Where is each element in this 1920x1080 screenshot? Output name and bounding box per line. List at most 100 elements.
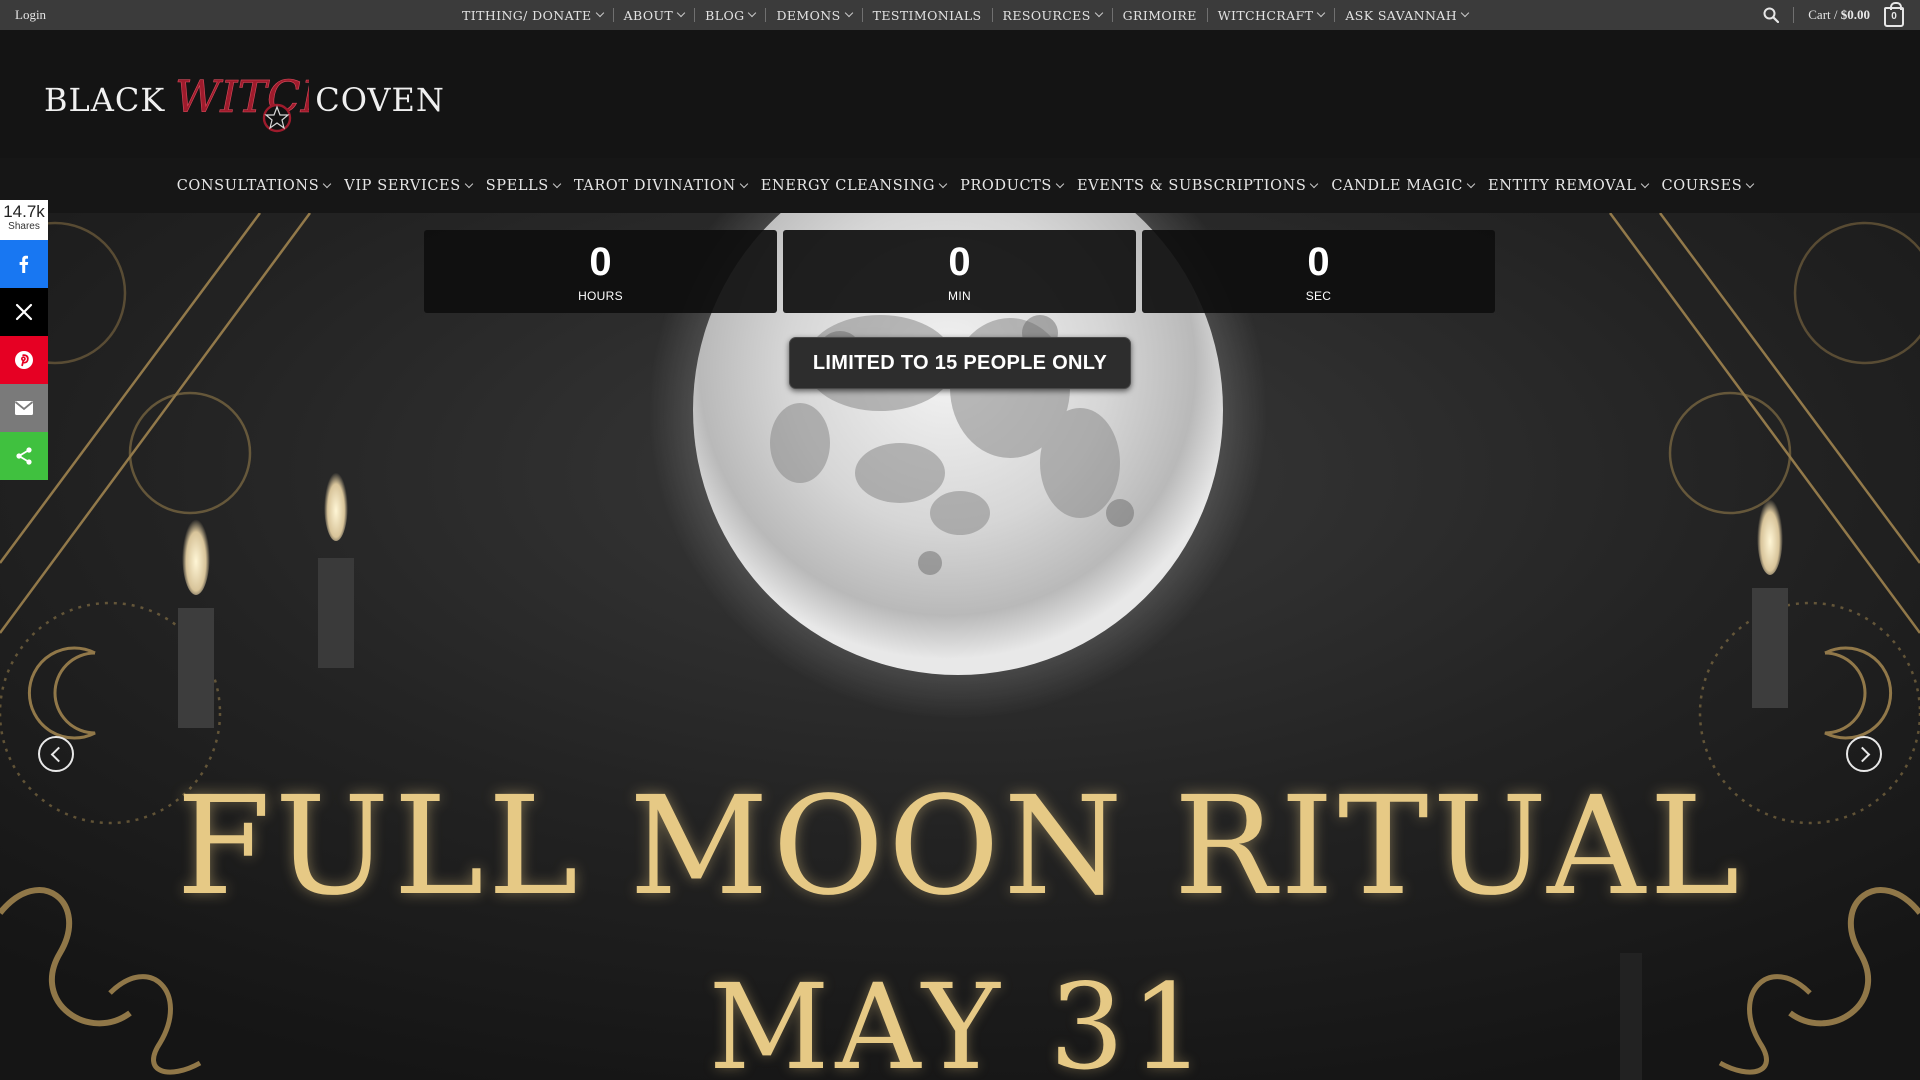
logo-word-left: BLACK	[44, 81, 166, 119]
topnav-label: GRIMOIRE	[1122, 7, 1197, 23]
chevron-down-icon	[1094, 8, 1103, 18]
nav-label: CONSULTATIONS	[176, 177, 320, 194]
divider	[694, 8, 696, 22]
share-count-label: Shares	[8, 221, 40, 232]
nav-label: ENERGY CLEANSING	[760, 177, 936, 194]
topnav-blog[interactable]: BLOG	[705, 0, 757, 30]
divider	[1206, 8, 1208, 22]
chevron-down-icon	[844, 8, 853, 18]
chevron-down-icon	[739, 179, 749, 188]
nav-label: EVENTS & SUBSCRIPTIONS	[1076, 177, 1307, 194]
share-counter: 14.7k Shares	[0, 200, 48, 240]
countdown-value: 0	[1307, 239, 1330, 284]
topnav-resources[interactable]: RESOURCES	[1002, 0, 1103, 30]
chevron-down-icon	[676, 8, 686, 18]
hero-title: FULL MOON RITUAL	[176, 768, 1744, 926]
divider	[1793, 7, 1795, 23]
chevron-down-icon	[938, 179, 948, 188]
share-email-button[interactable]	[0, 384, 48, 432]
countdown-label: HOURS	[578, 288, 623, 303]
topnav-label: ASK SAVANNAH	[1345, 7, 1458, 23]
cart-total: $0.00	[1840, 7, 1870, 22]
cart-link[interactable]: Cart / $0.00	[1808, 7, 1870, 23]
topnav-label: TITHING/ DONATE	[462, 7, 592, 23]
countdown-hours: 0 HOURS	[424, 230, 777, 313]
cart-label: Cart /	[1808, 7, 1841, 22]
share-sidebar: 14.7k Shares	[0, 200, 48, 480]
top-right-actions: Cart / $0.00 0	[1763, 0, 1904, 30]
nav-events-subscriptions[interactable]: EVENTS & SUBSCRIPTIONS	[1076, 177, 1319, 194]
cart-count-badge: 0	[1891, 11, 1897, 22]
nav-spells[interactable]: SPELLS	[485, 177, 562, 194]
topnav-label: ABOUT	[623, 7, 674, 23]
chevron-down-icon	[1317, 8, 1326, 18]
topnav-ask-savannah[interactable]: ASK SAVANNAH	[1345, 0, 1470, 30]
topnav-label: RESOURCES	[1002, 7, 1091, 23]
topnav-label: DEMONS	[776, 7, 841, 23]
chevron-down-icon	[1640, 179, 1649, 188]
share-facebook-button[interactable]	[0, 240, 48, 288]
divider	[612, 8, 614, 22]
countdown-value: 0	[948, 239, 971, 284]
nav-entity-removal[interactable]: ENTITY REMOVAL	[1488, 178, 1649, 194]
chevron-down-icon	[552, 179, 562, 188]
x-icon	[15, 303, 33, 321]
chevron-down-icon	[1310, 179, 1319, 188]
logo-script-mark: WITCH	[171, 60, 341, 140]
cart-bag-icon[interactable]: 0	[1884, 1, 1904, 27]
nav-tarot-divination[interactable]: TAROT DIVINATION	[573, 177, 749, 194]
chevron-down-icon	[1460, 8, 1470, 18]
nav-label: VIP SERVICES	[344, 177, 461, 194]
countdown-value: 0	[589, 239, 612, 284]
divider	[765, 8, 767, 22]
nav-label: CANDLE MAGIC	[1331, 177, 1464, 194]
divider	[991, 8, 993, 22]
nav-candle-magic[interactable]: CANDLE MAGIC	[1331, 177, 1476, 194]
chevron-down-icon	[464, 179, 473, 188]
slider-prev-button[interactable]	[38, 736, 74, 772]
nav-label: SPELLS	[485, 177, 549, 194]
nav-label: COURSES	[1661, 177, 1743, 194]
topnav-demons[interactable]: DEMONS	[776, 0, 853, 30]
topnav-grimoire[interactable]: GRIMOIRE	[1123, 0, 1197, 30]
pinterest-icon	[15, 351, 33, 369]
chevron-down-icon	[595, 8, 604, 18]
nav-label: TAROT DIVINATION	[573, 177, 736, 194]
topnav-label: BLOG	[705, 7, 745, 23]
limited-spots-button[interactable]: LIMITED TO 15 PEOPLE ONLY	[789, 337, 1131, 389]
nav-consultations[interactable]: CONSULTATIONS	[176, 177, 332, 194]
countdown-seconds: 0 SEC	[1142, 230, 1495, 313]
chevron-down-icon	[323, 179, 332, 188]
site-logo[interactable]: BLACK WITCH COVEN	[44, 60, 445, 140]
top-nav: TITHING/ DONATE ABOUT BLOG DEMONS TESTIM…	[462, 0, 1470, 30]
countdown-label: MIN	[948, 288, 971, 303]
nav-label: PRODUCTS	[960, 177, 1052, 194]
email-icon	[14, 401, 34, 415]
chevron-down-icon	[1466, 179, 1476, 188]
hero-slider: 0 HOURS 0 MIN 0 SEC LIMITED TO 15 PEOPLE…	[0, 213, 1920, 1080]
hero-date: MAY 31	[708, 958, 1212, 1080]
share-pinterest-button[interactable]	[0, 336, 48, 384]
nav-vip-services[interactable]: VIP SERVICES	[344, 177, 473, 194]
topnav-about[interactable]: ABOUT	[623, 0, 686, 30]
topnav-tithing-donate[interactable]: TITHING/ DONATE	[462, 0, 604, 30]
login-link[interactable]: Login	[15, 0, 46, 30]
countdown-minutes: 0 MIN	[783, 230, 1136, 313]
topnav-witchcraft[interactable]: WITCHCRAFT	[1217, 0, 1326, 30]
topnav-label: WITCHCRAFT	[1217, 7, 1314, 23]
logo-word-right: COVEN	[315, 81, 445, 119]
nav-courses[interactable]: COURSES	[1661, 177, 1755, 194]
search-icon[interactable]	[1763, 7, 1780, 23]
site-header: BLACK WITCH COVEN	[0, 30, 1920, 158]
topnav-testimonials[interactable]: TESTIMONIALS	[873, 0, 982, 30]
topnav-label: TESTIMONIALS	[872, 7, 982, 23]
chevron-down-icon	[1055, 179, 1065, 188]
countdown-label: SEC	[1305, 288, 1332, 303]
nav-energy-cleansing[interactable]: ENERGY CLEANSING	[760, 177, 948, 194]
chevron-down-icon	[748, 8, 757, 18]
share-x-button[interactable]	[0, 288, 48, 336]
top-bar: Login TITHING/ DONATE ABOUT BLOG DEMONS …	[0, 0, 1920, 30]
slider-next-button[interactable]	[1846, 736, 1882, 772]
nav-products[interactable]: PRODUCTS	[960, 177, 1065, 194]
share-more-button[interactable]	[0, 432, 48, 480]
